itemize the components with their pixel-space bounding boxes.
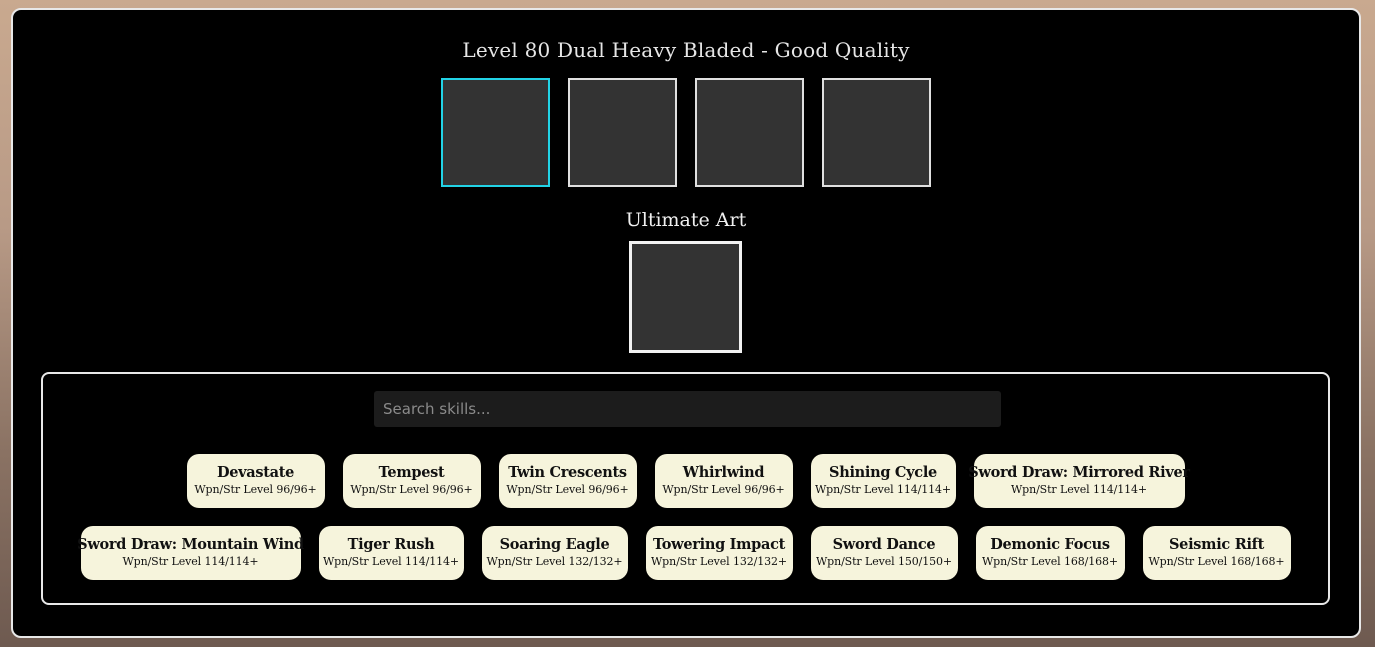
skill-requirement: Wpn/Str Level 168/168+ bbox=[1148, 555, 1285, 568]
skill-slot-1[interactable] bbox=[441, 78, 550, 187]
skill-name: Tiger Rush bbox=[347, 536, 435, 553]
skill-name: Sword Draw: Mountain Wind bbox=[77, 536, 304, 553]
skill-card-demonic-focus[interactable]: Demonic Focus Wpn/Str Level 168/168+ bbox=[975, 526, 1125, 580]
skill-card-towering-impact[interactable]: Towering Impact Wpn/Str Level 132/132+ bbox=[645, 526, 793, 580]
skill-requirement: Wpn/Str Level 96/96+ bbox=[194, 483, 317, 496]
skill-requirement: Wpn/Str Level 132/132+ bbox=[650, 555, 788, 568]
skill-card-seismic-rift[interactable]: Seismic Rift Wpn/Str Level 168/168+ bbox=[1142, 526, 1291, 580]
skill-name: Towering Impact bbox=[652, 536, 786, 553]
skill-requirement: Wpn/Str Level 96/96+ bbox=[506, 483, 629, 496]
skill-requirement: Wpn/Str Level 96/96+ bbox=[662, 483, 785, 496]
skills-list-container: Devastate Wpn/Str Level 96/96+ Tempest W… bbox=[41, 372, 1330, 605]
skill-card-twin-crescents[interactable]: Twin Crescents Wpn/Str Level 96/96+ bbox=[498, 454, 637, 508]
skill-card-sword-dance[interactable]: Sword Dance Wpn/Str Level 150/150+ bbox=[810, 526, 958, 580]
skill-card-sword-draw-mountain-wind[interactable]: Sword Draw: Mountain Wind Wpn/Str Level … bbox=[77, 526, 304, 580]
skills-row-1: Devastate Wpn/Str Level 96/96+ Tempest W… bbox=[43, 454, 1328, 508]
skill-slot-4[interactable] bbox=[822, 78, 931, 187]
skill-card-devastate[interactable]: Devastate Wpn/Str Level 96/96+ bbox=[186, 454, 325, 508]
skill-name: Devastate bbox=[216, 464, 295, 481]
skill-requirement: Wpn/Str Level 114/114+ bbox=[814, 483, 952, 496]
skill-name: Twin Crescents bbox=[508, 464, 627, 481]
skill-card-tiger-rush[interactable]: Tiger Rush Wpn/Str Level 114/114+ bbox=[318, 526, 464, 580]
skill-requirement: Wpn/Str Level 114/114+ bbox=[1010, 483, 1148, 496]
skill-name: Tempest bbox=[378, 464, 445, 481]
skill-card-shining-cycle[interactable]: Shining Cycle Wpn/Str Level 114/114+ bbox=[810, 454, 956, 508]
ultimate-art-slot[interactable] bbox=[629, 241, 742, 353]
weapon-title: Level 80 Dual Heavy Bladed - Good Qualit… bbox=[462, 38, 910, 62]
skill-name: Sword Draw: Mirrored River bbox=[968, 464, 1190, 481]
skill-name: Whirlwind bbox=[682, 464, 765, 481]
skill-name: Shining Cycle bbox=[829, 464, 937, 481]
skill-requirement: Wpn/Str Level 114/114+ bbox=[122, 555, 259, 568]
skill-selection-panel: Level 80 Dual Heavy Bladed - Good Qualit… bbox=[11, 8, 1361, 638]
skill-requirement: Wpn/Str Level 96/96+ bbox=[350, 483, 473, 496]
skill-requirement: Wpn/Str Level 150/150+ bbox=[815, 555, 953, 568]
skill-slot-2[interactable] bbox=[568, 78, 677, 187]
ultimate-art-label: Ultimate Art bbox=[625, 209, 747, 231]
skill-card-sword-draw-mirrored-river[interactable]: Sword Draw: Mirrored River Wpn/Str Level… bbox=[968, 454, 1190, 508]
skill-slots bbox=[13, 78, 1359, 187]
skill-card-soaring-eagle[interactable]: Soaring Eagle Wpn/Str Level 132/132+ bbox=[481, 526, 628, 580]
skill-requirement: Wpn/Str Level 114/114+ bbox=[322, 555, 460, 568]
skill-name: Seismic Rift bbox=[1169, 536, 1264, 553]
skill-slot-3[interactable] bbox=[695, 78, 804, 187]
skill-requirement: Wpn/Str Level 168/168+ bbox=[981, 555, 1119, 568]
skill-card-whirlwind[interactable]: Whirlwind Wpn/Str Level 96/96+ bbox=[654, 454, 793, 508]
skill-card-tempest[interactable]: Tempest Wpn/Str Level 96/96+ bbox=[342, 454, 481, 508]
skills-row-2: Sword Draw: Mountain Wind Wpn/Str Level … bbox=[43, 526, 1328, 580]
skill-name: Sword Dance bbox=[832, 536, 936, 553]
skill-name: Soaring Eagle bbox=[499, 536, 610, 553]
skill-name: Demonic Focus bbox=[990, 536, 1110, 553]
skill-requirement: Wpn/Str Level 132/132+ bbox=[486, 555, 623, 568]
search-skills-input[interactable] bbox=[374, 391, 1001, 427]
